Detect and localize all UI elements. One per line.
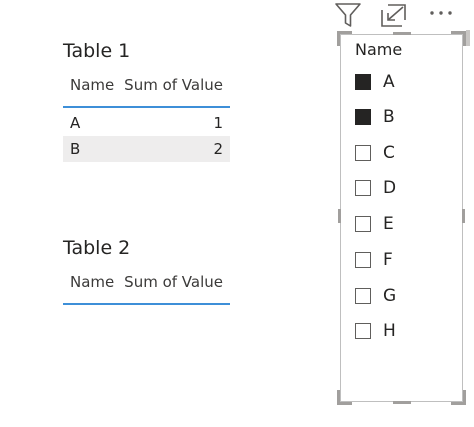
resize-handle-right[interactable] (462, 209, 465, 223)
resize-handle-top-right[interactable] (451, 31, 466, 46)
slicer-item-label: C (383, 143, 395, 163)
slicer-item-label: A (383, 72, 395, 92)
visual-header-toolbar (333, 0, 461, 30)
slicer-item-e[interactable]: E (355, 209, 455, 239)
resize-handle-bottom-right[interactable] (451, 390, 466, 405)
focus-mode-icon[interactable] (378, 0, 408, 30)
table-1-visual[interactable]: Table 1 Name Sum of Value A 1 B 2 (63, 38, 230, 162)
column-header-sum-of-value[interactable]: Sum of Value (121, 273, 230, 291)
slicer-item-label: G (383, 286, 397, 306)
column-header-name[interactable]: Name (63, 76, 121, 94)
resize-handle-bottom-left[interactable] (337, 390, 352, 405)
slicer-item-f[interactable]: F (355, 245, 455, 275)
table-2-header-row: Name Sum of Value (63, 261, 230, 305)
resize-handle-top-left[interactable] (337, 31, 352, 46)
table-row[interactable]: A 1 (63, 110, 230, 136)
column-header-sum-of-value[interactable]: Sum of Value (121, 76, 230, 94)
table-2-title: Table 2 (63, 237, 131, 259)
cell-sum-of-value: 1 (213, 114, 223, 132)
resize-handle-bottom[interactable] (393, 401, 411, 404)
slicer-item-d[interactable]: D (355, 173, 455, 203)
column-header-name[interactable]: Name (63, 273, 121, 291)
slicer-header: Name (355, 40, 403, 59)
slicer-item-label: F (383, 250, 393, 270)
slicer-item-label: H (383, 321, 396, 341)
resize-handle-top[interactable] (393, 32, 411, 35)
slicer-item-h[interactable]: H (355, 316, 455, 346)
table-2-visual[interactable]: Table 2 Name Sum of Value (63, 235, 230, 305)
checkbox[interactable] (355, 74, 371, 90)
slicer-item-c[interactable]: C (355, 138, 455, 168)
checkbox[interactable] (355, 323, 371, 339)
table-1-body: A 1 B 2 (63, 110, 230, 162)
more-options-icon[interactable] (426, 0, 456, 30)
table-1-title: Table 1 (63, 40, 131, 62)
scrollbar[interactable] (466, 30, 470, 46)
slicer-item-label: E (383, 214, 394, 234)
slicer-item-g[interactable]: G (355, 281, 455, 311)
slicer-item-a[interactable]: A (355, 67, 455, 97)
cell-name: B (70, 140, 81, 158)
slicer-item-label: D (383, 178, 397, 198)
checkbox[interactable] (355, 145, 371, 161)
resize-handle-left[interactable] (338, 209, 341, 223)
checkbox[interactable] (355, 216, 371, 232)
filter-icon[interactable] (333, 0, 363, 30)
slicer-item-b[interactable]: B (355, 102, 455, 132)
table-1-header-row: Name Sum of Value (63, 64, 230, 108)
checkbox[interactable] (355, 252, 371, 268)
name-slicer[interactable]: Name A B C D E F G H (337, 31, 466, 405)
cell-sum-of-value: 2 (213, 140, 223, 158)
checkbox[interactable] (355, 288, 371, 304)
cell-name: A (70, 114, 81, 132)
table-row[interactable]: B 2 (63, 136, 230, 162)
checkbox[interactable] (355, 109, 371, 125)
slicer-item-label: B (383, 107, 395, 127)
checkbox[interactable] (355, 180, 371, 196)
